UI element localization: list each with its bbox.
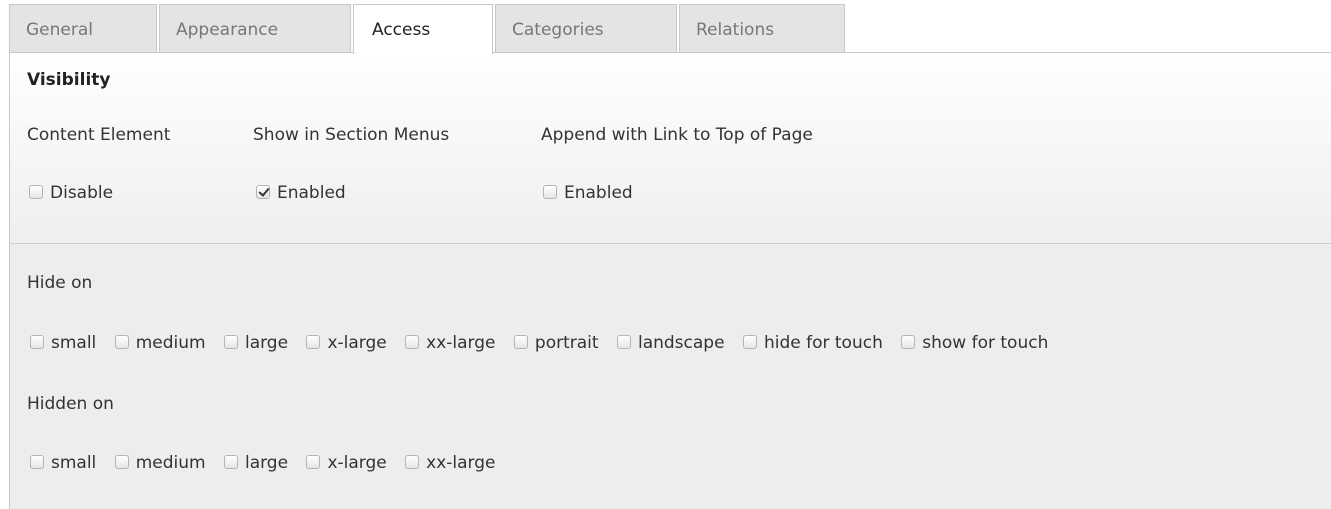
tab-label: Relations xyxy=(696,20,775,40)
hidden-on-small[interactable]: small xyxy=(30,453,96,473)
option-label: Disable xyxy=(50,183,114,203)
checkbox-checked[interactable] xyxy=(256,185,270,199)
top-link-enabled-option[interactable]: Enabled xyxy=(543,183,633,203)
option-label: show for touch xyxy=(922,333,1049,353)
option-label: landscape xyxy=(637,333,725,353)
checkbox[interactable] xyxy=(306,455,321,469)
checkbox[interactable] xyxy=(405,335,420,349)
hidden-on-xx-large[interactable]: xx-large xyxy=(405,453,496,473)
option-label: large xyxy=(244,333,289,353)
checkbox[interactable] xyxy=(223,335,238,349)
checkbox[interactable] xyxy=(513,335,528,349)
hidden-on-medium[interactable]: medium xyxy=(114,453,206,473)
option-label: portrait xyxy=(534,333,599,353)
checkbox[interactable] xyxy=(543,185,557,199)
section-menus-enabled-option[interactable]: Enabled xyxy=(256,183,346,203)
tab-label: General xyxy=(26,20,93,40)
checkbox[interactable] xyxy=(616,335,631,349)
tab-access[interactable]: Access xyxy=(353,4,493,54)
tab-label: Access xyxy=(372,20,431,40)
tab-label: Categories xyxy=(512,20,604,40)
tab-label: Appearance xyxy=(176,20,279,40)
hide-on-hide-for-touch[interactable]: hide for touch xyxy=(742,333,883,353)
hide-on-medium[interactable]: medium xyxy=(114,333,206,353)
checkbox[interactable] xyxy=(405,455,420,469)
option-label: medium xyxy=(135,333,206,353)
hide-on-large[interactable]: large xyxy=(223,333,289,353)
top-link-label: Append with Link to Top of Page xyxy=(541,125,813,145)
hide-on-x-large[interactable]: x-large xyxy=(306,333,387,353)
checkbox[interactable] xyxy=(30,335,44,349)
option-label: x-large xyxy=(327,333,387,353)
hide-on-xx-large[interactable]: xx-large xyxy=(405,333,496,353)
hidden-on-large[interactable]: large xyxy=(223,453,289,473)
section-header: Visibility xyxy=(27,70,111,90)
hide-on-options: small medium large x-large xx-large port… xyxy=(30,333,1061,353)
tab-bar: General Appearance Access Categories Rel… xyxy=(9,4,1331,54)
hide-on-show-for-touch[interactable]: show for touch xyxy=(901,333,1048,353)
option-label: large xyxy=(244,453,289,473)
option-label: Enabled xyxy=(564,183,633,203)
checkbox[interactable] xyxy=(742,335,757,349)
option-label: x-large xyxy=(327,453,387,473)
hidden-on-label: Hidden on xyxy=(27,394,114,414)
content-element-disable-option[interactable]: Disable xyxy=(29,183,113,203)
checkbox[interactable] xyxy=(223,455,238,469)
option-label: xx-large xyxy=(426,333,496,353)
section-menus-label: Show in Section Menus xyxy=(253,125,450,145)
checkbox[interactable] xyxy=(29,185,43,199)
tab-general[interactable]: General xyxy=(9,4,157,52)
content-element-label: Content Element xyxy=(27,125,171,145)
option-label: small xyxy=(51,333,97,353)
checkbox[interactable] xyxy=(114,455,129,469)
access-panel: Visibility Content Element Show in Secti… xyxy=(9,52,1331,509)
option-label: medium xyxy=(135,453,206,473)
tab-categories[interactable]: Categories xyxy=(495,4,677,52)
hide-on-landscape[interactable]: landscape xyxy=(616,333,725,353)
visibility-section: Visibility Content Element Show in Secti… xyxy=(10,53,1331,244)
hide-on-portrait[interactable]: portrait xyxy=(513,333,599,353)
option-label: xx-large xyxy=(426,453,496,473)
hide-on-small[interactable]: small xyxy=(30,333,96,353)
hidden-on-options: small medium large x-large xx-large xyxy=(30,453,509,473)
hidden-on-x-large[interactable]: x-large xyxy=(306,453,387,473)
checkbox[interactable] xyxy=(306,335,321,349)
option-label: small xyxy=(51,453,97,473)
hide-on-label: Hide on xyxy=(27,273,93,293)
checkbox[interactable] xyxy=(114,335,129,349)
tab-appearance[interactable]: Appearance xyxy=(159,4,351,52)
option-label: hide for touch xyxy=(763,333,883,353)
checkbox[interactable] xyxy=(30,455,44,469)
tab-relations[interactable]: Relations xyxy=(679,4,845,52)
option-label: Enabled xyxy=(277,183,346,203)
checkbox[interactable] xyxy=(901,335,916,349)
